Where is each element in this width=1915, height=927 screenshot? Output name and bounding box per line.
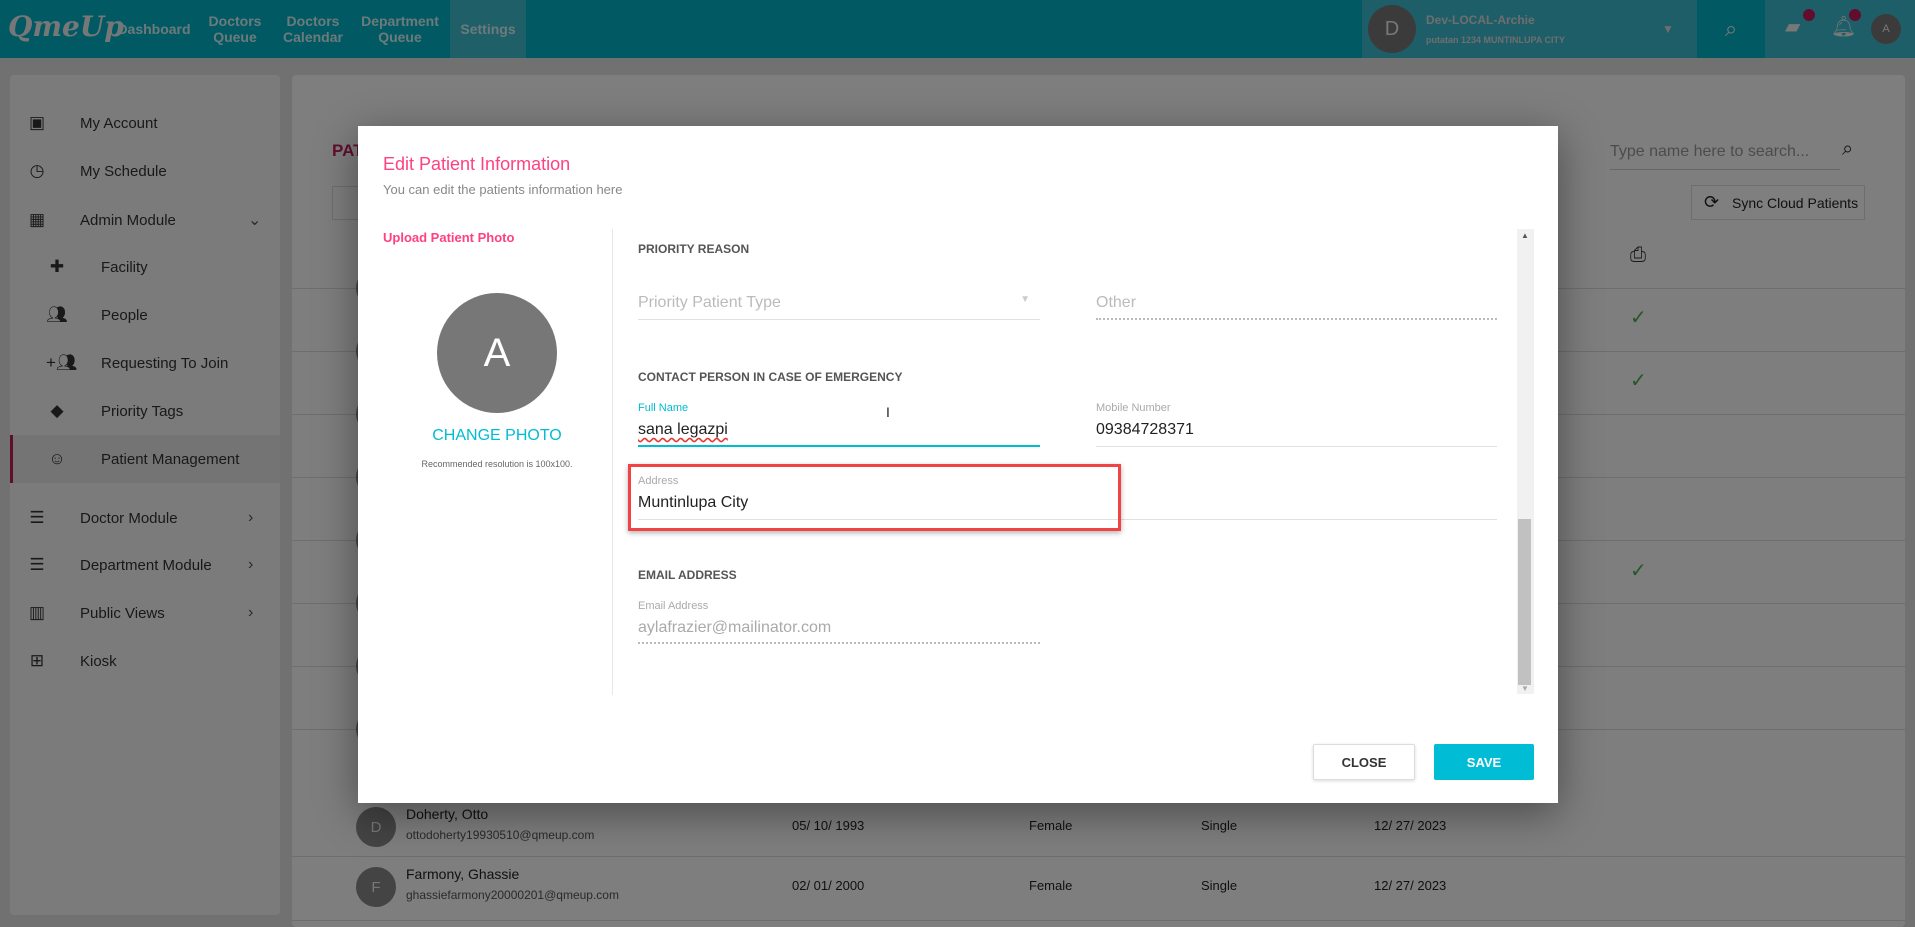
highlight-box	[628, 464, 1121, 531]
mobile-number-field[interactable]: Mobile Number 09384728371	[1096, 402, 1497, 448]
dialog-scrollbar[interactable]: ▲ ▼	[1517, 229, 1534, 694]
email-value: aylafrazier@mailinator.com	[638, 619, 832, 636]
upload-photo-label: Upload Patient Photo	[383, 230, 515, 245]
text-cursor-icon: I	[886, 404, 890, 420]
change-photo-button[interactable]: CHANGE PHOTO	[358, 427, 636, 445]
priority-reason-heading: PRIORITY REASON	[638, 242, 750, 256]
full-name-label: Full Name	[638, 402, 689, 414]
mobile-label: Mobile Number	[1096, 402, 1171, 414]
edit-patient-dialog: Edit Patient Information You can edit th…	[358, 126, 1558, 803]
dialog-subtitle: You can edit the patients information he…	[383, 182, 623, 197]
priority-type-select[interactable]: Priority Patient Type ▼	[638, 294, 1040, 320]
email-address-field[interactable]: Email Address aylafrazier@mailinator.com	[638, 600, 1040, 646]
full-name-field[interactable]: Full Name sana legazpi	[638, 402, 1040, 448]
contact-person-heading: CONTACT PERSON IN CASE OF EMERGENCY	[638, 370, 903, 384]
dialog-title: Edit Patient Information	[383, 154, 571, 174]
mobile-value: 09384728371	[1096, 421, 1194, 438]
close-button[interactable]: CLOSE	[1313, 744, 1415, 780]
patient-photo-avatar: A	[437, 293, 557, 413]
email-address-heading: EMAIL ADDRESS	[638, 568, 737, 582]
email-label: Email Address	[638, 600, 709, 612]
scroll-up-icon[interactable]: ▲	[1521, 231, 1529, 240]
other-reason-input[interactable]: Other	[1096, 294, 1497, 322]
full-name-value: sana legazpi	[638, 421, 728, 438]
photo-hint: Recommended resolution is 100x100.	[421, 459, 573, 469]
scroll-down-icon[interactable]: ▼	[1521, 684, 1529, 693]
save-button[interactable]: SAVE	[1434, 744, 1534, 780]
dropdown-arrow-icon: ▼	[1020, 294, 1030, 305]
priority-type-placeholder: Priority Patient Type	[638, 294, 781, 311]
scrollbar-thumb[interactable]	[1518, 519, 1531, 685]
column-divider	[612, 229, 613, 695]
other-placeholder: Other	[1096, 294, 1137, 311]
